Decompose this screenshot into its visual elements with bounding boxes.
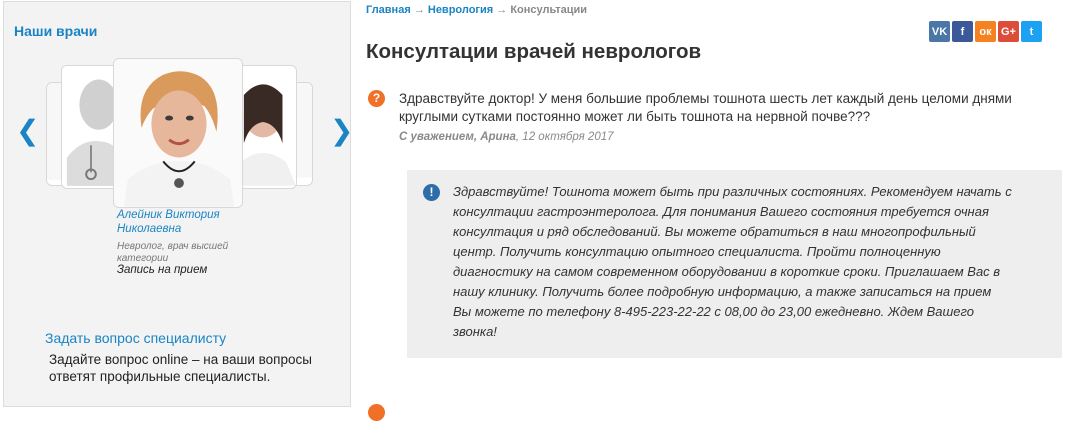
breadcrumb-separator: → (496, 4, 508, 16)
answer-text: Здравствуйте! Тошнота может быть при раз… (453, 184, 1012, 339)
next-doctor-arrow-icon[interactable]: ❯ (330, 117, 353, 145)
doctors-sidebar: Наши врачи ❮ ❯ Алейник Виктория Николаев… (3, 1, 353, 407)
doctor-position: Невролог, врач высшей категории (117, 241, 229, 264)
breadcrumb-section[interactable]: Неврология (428, 4, 493, 16)
answer-icon: ! (423, 184, 440, 201)
doctor-name-link[interactable]: Алейник Виктория Николаевна (117, 208, 257, 236)
google-plus-share-icon[interactable]: G+ (998, 21, 1019, 42)
next-question-icon (368, 404, 385, 421)
breadcrumb-separator: → (413, 4, 425, 16)
question-text: Здравствуйте доктор! У меня большие проб… (399, 91, 1012, 124)
breadcrumb: Главная → Неврология → Консультации (366, 4, 587, 16)
odnoklassniki-share-icon[interactable]: ок (975, 21, 996, 42)
doctor-card-left[interactable] (61, 65, 121, 189)
doctor-card-active[interactable] (113, 58, 243, 208)
page-title: Консултации врачей неврологов (366, 40, 702, 63)
question-signature: С уважением, Арина, 12 октября 2017 (399, 131, 614, 143)
ask-specialist-description: Задайте вопрос online – на ваши вопросы … (49, 352, 312, 384)
breadcrumb-home[interactable]: Главная (366, 4, 411, 16)
social-share-bar: VK f ок G+ t (929, 21, 1042, 42)
question-author: С уважением, Арина (399, 131, 516, 143)
question-date: , 12 октября 2017 (515, 131, 614, 143)
breadcrumb-current: Консультации (510, 4, 588, 16)
doctor-portrait-photo (114, 59, 242, 207)
sidebar-title: Наши врачи (14, 23, 98, 39)
vk-share-icon[interactable]: VK (929, 21, 950, 42)
facebook-share-icon[interactable]: f (952, 21, 973, 42)
twitter-share-icon[interactable]: t (1021, 21, 1042, 42)
ask-specialist-link[interactable]: Задать вопрос специалисту (45, 330, 226, 346)
appointment-link[interactable]: Запись на прием (117, 264, 207, 276)
question-icon: ? (368, 90, 385, 107)
doctor-silhouette-photo (62, 66, 120, 186)
doctor-card-right[interactable] (239, 65, 297, 189)
doctor-photo (240, 66, 296, 186)
prev-doctor-arrow-icon[interactable]: ❮ (16, 117, 39, 145)
